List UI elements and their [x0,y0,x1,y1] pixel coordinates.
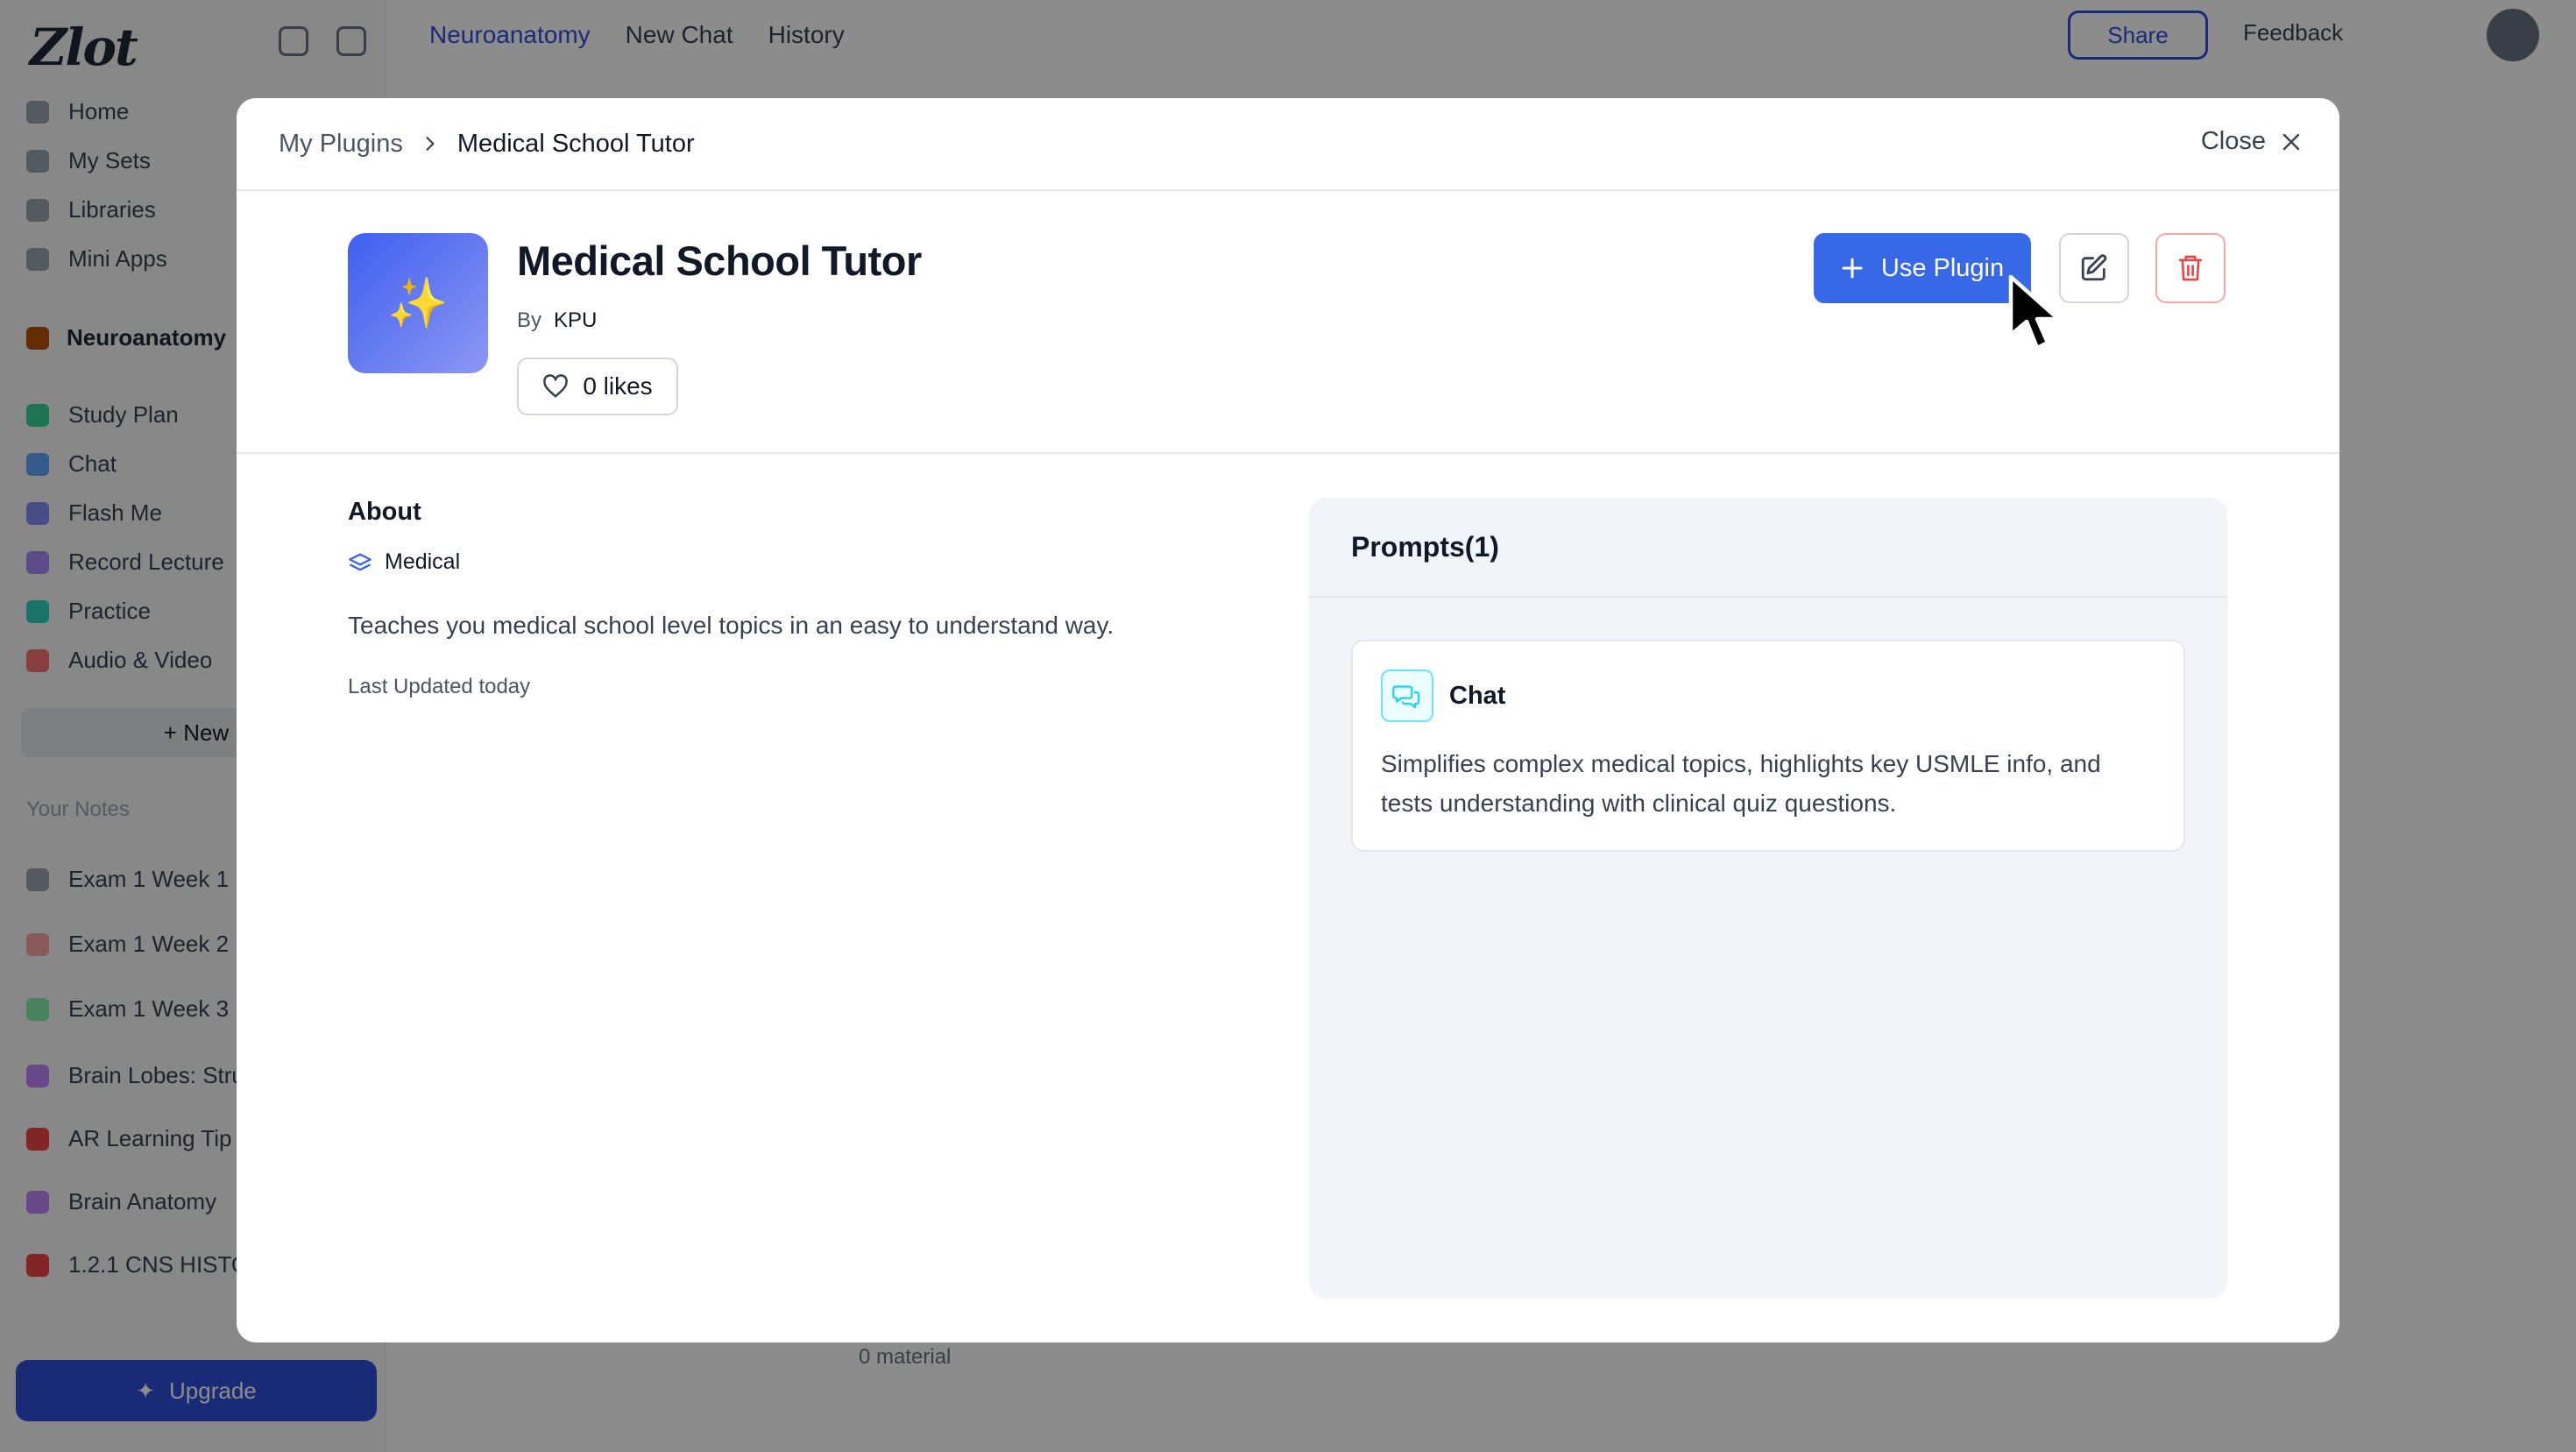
delete-button[interactable] [2155,233,2226,303]
prompt-description: Simplifies complex medical topics, highl… [1381,750,2101,817]
like-button[interactable]: 0 likes [517,358,678,415]
plugin-modal: My Plugins Medical School Tutor Close ✨ … [237,98,2339,1342]
breadcrumb-my-plugins[interactable]: My Plugins [279,130,403,159]
heart-icon [543,374,569,398]
trash-icon [2178,255,2203,281]
use-plugin-label: Use Plugin [1880,253,2005,282]
prompt-card[interactable]: Chat Simplifies complex medical topics, … [1351,640,2185,852]
chat-bubbles-icon [1381,669,1433,722]
chevron-right-icon [426,137,435,151]
prompt-name: Chat [1449,681,1506,710]
layers-icon [349,553,372,570]
close-button[interactable]: Close [2201,127,2301,156]
modal-header: My Plugins Medical School Tutor Close [237,98,2339,191]
plugin-author: By KPU [517,308,597,333]
by-label: By [517,308,542,332]
likes-count: 0 likes [583,372,653,400]
plugin-sparkles-icon: ✨ [348,233,488,373]
mouse-pointer-icon [2008,274,2061,351]
plus-icon [1842,258,1863,279]
category-label: Medical [385,549,461,574]
close-icon [2282,133,2300,150]
edit-icon [2081,254,2107,281]
prompts-panel: Prompts(1) Chat Simplifies complex medic… [1309,498,2227,1299]
plugin-title: Medical School Tutor [517,237,922,284]
plugin-content: About Medical Teaches you medical school… [237,454,2339,1339]
edit-button[interactable] [2059,233,2129,303]
category-tag: Medical [348,549,1312,575]
about-section: About Medical Teaches you medical school… [348,498,1312,699]
about-description: Teaches you medical school level topics … [348,612,1115,639]
about-title: About [348,498,421,526]
prompts-title: Prompts(1) [1309,498,2227,598]
author-name: KPU [554,308,598,332]
prompt-card-header: Chat [1381,669,1505,722]
use-plugin-button[interactable]: Use Plugin [1814,233,2031,303]
close-label: Close [2200,127,2266,155]
last-updated: Last Updated today [348,675,531,699]
breadcrumb-current: Medical School Tutor [456,129,695,158]
breadcrumb: My Plugins Medical School Tutor [279,130,695,159]
